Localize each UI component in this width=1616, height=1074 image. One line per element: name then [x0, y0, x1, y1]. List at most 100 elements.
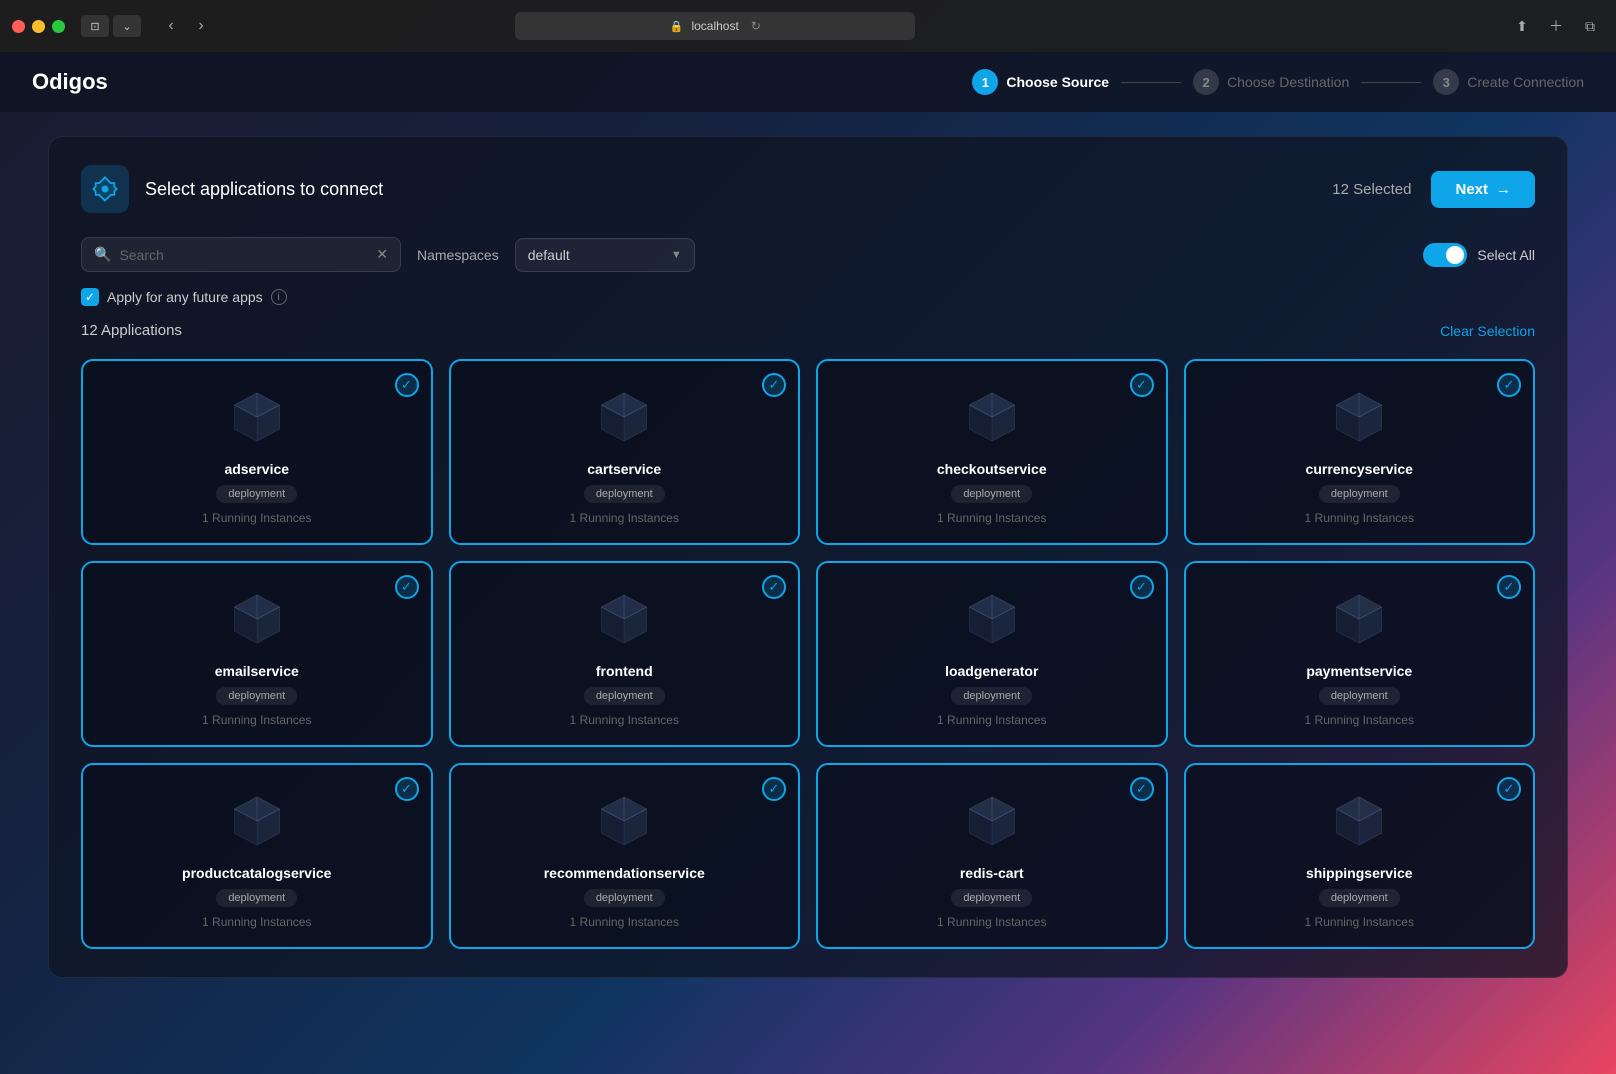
- chevron-down-icon: ▼: [671, 249, 682, 261]
- next-button[interactable]: Next →: [1431, 171, 1535, 208]
- step-2-label: Choose Destination: [1227, 74, 1349, 90]
- check-badge: ✓: [1497, 373, 1521, 397]
- app-card[interactable]: ✓ currencyservice deployment 1 Running I…: [1184, 359, 1536, 545]
- app-badge: deployment: [216, 889, 297, 907]
- card-title: Select applications to connect: [145, 179, 1332, 200]
- chevron-down-icon[interactable]: ⌄: [113, 15, 141, 37]
- app-card[interactable]: ✓ productcatalogservice deployment 1 Run…: [81, 763, 433, 949]
- selected-count: 12 Selected: [1332, 181, 1411, 198]
- app-instances: 1 Running Instances: [202, 511, 311, 525]
- app-icon-wrap: [960, 789, 1024, 853]
- app-card[interactable]: ✓ shippingservice deployment 1 Running I…: [1184, 763, 1536, 949]
- app-card[interactable]: ✓ paymentservice deployment 1 Running In…: [1184, 561, 1536, 747]
- plugin-icon: [91, 175, 119, 203]
- namespace-label: Namespaces: [417, 247, 499, 263]
- cube-icon: [1329, 387, 1389, 447]
- share-icon[interactable]: ⬆: [1508, 15, 1536, 37]
- app-icon-wrap: [960, 587, 1024, 651]
- app-container: Odigos 1 Choose Source 2 Choose Destinat…: [0, 52, 1616, 1074]
- search-input[interactable]: [119, 247, 368, 263]
- apply-future-checkbox[interactable]: ✓: [81, 288, 99, 306]
- app-badge: deployment: [951, 485, 1032, 503]
- app-card[interactable]: ✓ cartservice deployment 1 Running Insta…: [449, 359, 801, 545]
- app-name: loadgenerator: [945, 663, 1038, 679]
- url-bar[interactable]: 🔒 localhost ↻: [515, 12, 915, 40]
- app-instances: 1 Running Instances: [570, 713, 679, 727]
- check-badge: ✓: [1130, 373, 1154, 397]
- app-icon-wrap: [592, 587, 656, 651]
- app-card[interactable]: ✓ loadgenerator deployment 1 Running Ins…: [816, 561, 1168, 747]
- toolbar-right: ⬆ ＋ ⧉: [1508, 15, 1604, 37]
- app-card[interactable]: ✓ checkoutservice deployment 1 Running I…: [816, 359, 1168, 545]
- app-badge: deployment: [1319, 889, 1400, 907]
- step-3[interactable]: 3 Create Connection: [1433, 69, 1584, 95]
- stepper: 1 Choose Source 2 Choose Destination 3 C…: [972, 69, 1584, 95]
- step-3-label: Create Connection: [1467, 74, 1584, 90]
- fullscreen-button[interactable]: [52, 20, 65, 33]
- step-connector-1: [1121, 82, 1181, 83]
- app-name: frontend: [596, 663, 653, 679]
- step-3-num: 3: [1433, 69, 1459, 95]
- cube-icon: [962, 791, 1022, 851]
- app-icon-wrap: [592, 385, 656, 449]
- app-card[interactable]: ✓ redis-cart deployment 1 Running Instan…: [816, 763, 1168, 949]
- namespace-value: default: [528, 247, 570, 263]
- step-1-label: Choose Source: [1006, 74, 1109, 90]
- app-badge: deployment: [216, 687, 297, 705]
- app-instances: 1 Running Instances: [937, 713, 1046, 727]
- cube-icon: [227, 589, 287, 649]
- app-badge: deployment: [584, 889, 665, 907]
- step-2[interactable]: 2 Choose Destination: [1193, 69, 1349, 95]
- app-icon-wrap: [1327, 789, 1391, 853]
- select-all-label: Select All: [1477, 247, 1535, 263]
- app-instances: 1 Running Instances: [937, 915, 1046, 929]
- app-card[interactable]: ✓ recommendationservice deployment 1 Run…: [449, 763, 801, 949]
- minimize-button[interactable]: [32, 20, 45, 33]
- arrow-right-icon: →: [1496, 181, 1511, 198]
- app-instances: 1 Running Instances: [1305, 915, 1414, 929]
- select-all-toggle[interactable]: [1423, 243, 1467, 267]
- app-card[interactable]: ✓ adservice deployment 1 Running Instanc…: [81, 359, 433, 545]
- next-button-label: Next: [1455, 181, 1488, 198]
- step-1[interactable]: 1 Choose Source: [972, 69, 1109, 95]
- app-name: adservice: [224, 461, 289, 477]
- check-badge: ✓: [395, 575, 419, 599]
- search-box[interactable]: 🔍 ✕: [81, 237, 401, 272]
- app-instances: 1 Running Instances: [202, 713, 311, 727]
- info-icon[interactable]: i: [271, 289, 287, 305]
- app-instances: 1 Running Instances: [202, 915, 311, 929]
- app-icon-wrap: [592, 789, 656, 853]
- check-badge: ✓: [395, 373, 419, 397]
- app-logo: Odigos: [32, 69, 108, 95]
- check-badge: ✓: [762, 373, 786, 397]
- main-card: Select applications to connect 12 Select…: [48, 136, 1568, 978]
- app-card[interactable]: ✓ frontend deployment 1 Running Instance…: [449, 561, 801, 747]
- lock-icon: 🔒: [670, 20, 684, 33]
- namespace-select[interactable]: default ▼: [515, 238, 695, 272]
- window-controls: ⊡ ⌄: [81, 15, 141, 37]
- check-badge: ✓: [1497, 777, 1521, 801]
- tabs-icon[interactable]: ⧉: [1576, 15, 1604, 37]
- close-button[interactable]: [12, 20, 25, 33]
- reload-icon[interactable]: ↻: [751, 19, 761, 33]
- app-card[interactable]: ✓ emailservice deployment 1 Running Inst…: [81, 561, 433, 747]
- app-badge: deployment: [216, 485, 297, 503]
- sidebar-toggle-button[interactable]: ⊡: [81, 15, 109, 37]
- app-badge: deployment: [951, 687, 1032, 705]
- clear-selection-button[interactable]: Clear Selection: [1440, 323, 1535, 339]
- app-name: paymentservice: [1306, 663, 1412, 679]
- app-name: recommendationservice: [544, 865, 705, 881]
- search-icon: 🔍: [94, 246, 111, 263]
- cube-icon: [594, 791, 654, 851]
- app-icon-wrap: [1327, 587, 1391, 651]
- check-badge: ✓: [1497, 575, 1521, 599]
- back-button[interactable]: ‹: [157, 12, 185, 40]
- forward-button[interactable]: ›: [187, 12, 215, 40]
- clear-search-button[interactable]: ✕: [376, 246, 388, 263]
- check-badge: ✓: [762, 575, 786, 599]
- step-2-num: 2: [1193, 69, 1219, 95]
- new-tab-icon[interactable]: ＋: [1542, 15, 1570, 37]
- cube-icon: [962, 589, 1022, 649]
- app-icon-wrap: [960, 385, 1024, 449]
- app-badge: deployment: [951, 889, 1032, 907]
